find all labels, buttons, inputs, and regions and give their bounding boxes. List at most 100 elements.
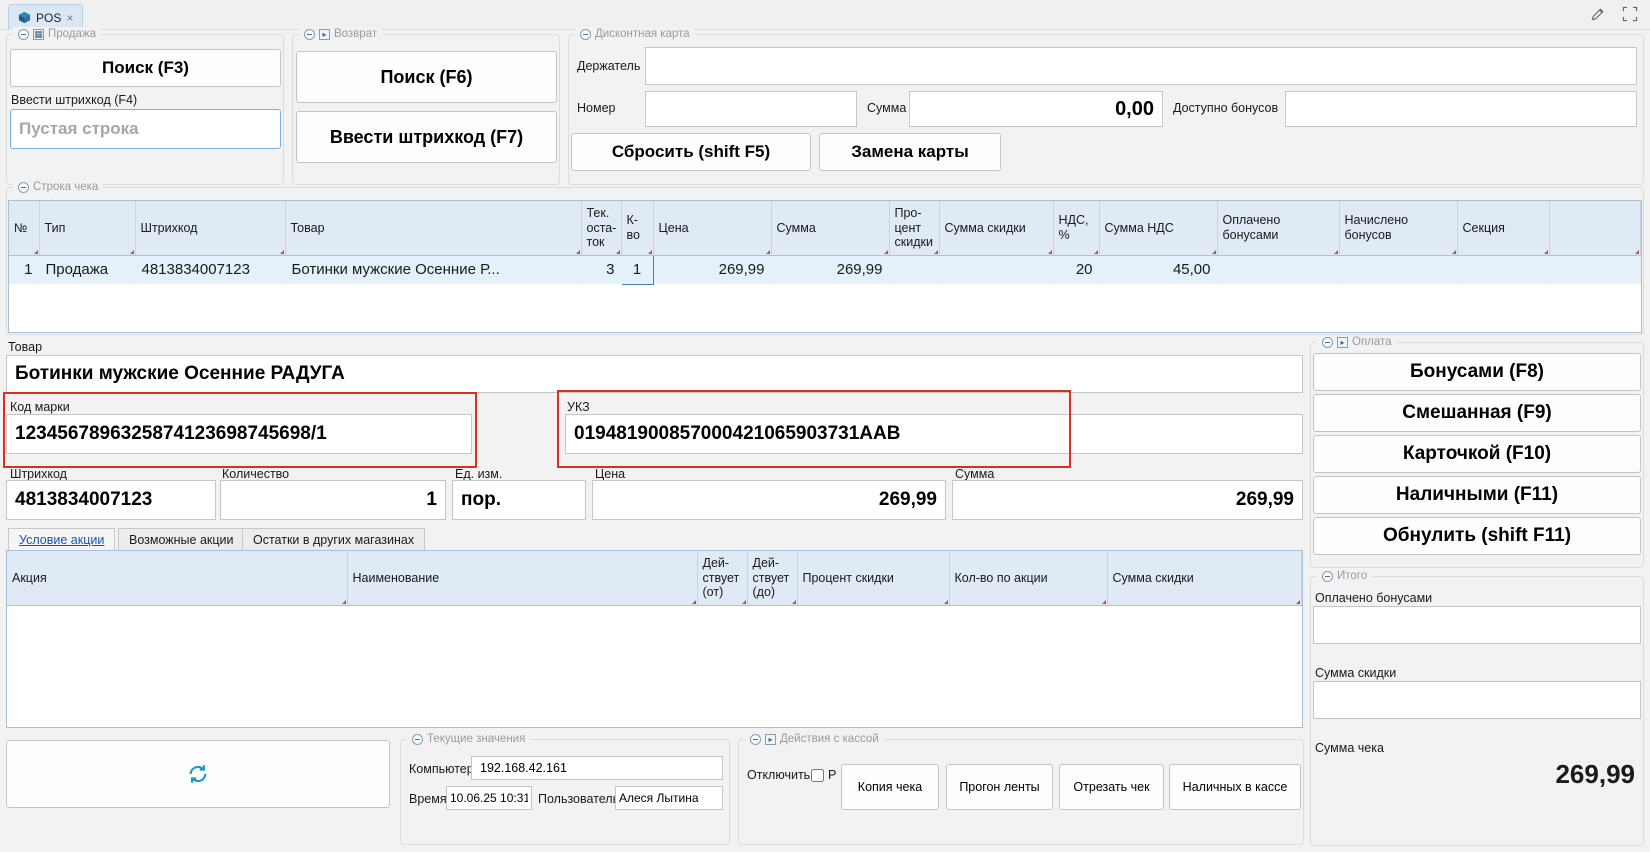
edit-icon[interactable] (1590, 6, 1606, 22)
card-number-input[interactable] (645, 91, 857, 127)
receipt-row[interactable]: 1 Продажа 4813834007123 Ботинки мужские … (9, 255, 1641, 284)
col-header-filler (1549, 201, 1641, 255)
return-barcode-button[interactable]: Ввести штрихкод (F7) (296, 111, 557, 163)
col-header-discount-percent[interactable]: Про- цент скидки (889, 201, 939, 255)
price-field[interactable] (592, 480, 946, 520)
card-reset-button[interactable]: Сбросить (shift F5) (571, 133, 811, 171)
card-sum-input[interactable] (909, 91, 1163, 127)
cell-section[interactable] (1457, 255, 1549, 284)
col-header-valid-from[interactable]: Дей- ствует (от) (697, 551, 747, 605)
pos-window: POS × Продажа Поиск (F3) Ввести штрихкод… (0, 0, 1650, 852)
col-header-accrued-bonuses[interactable]: Начислено бонусов (1339, 201, 1457, 255)
discount-sum-field[interactable] (1313, 681, 1641, 719)
tab-possible-promos[interactable]: Возможные акции (118, 528, 245, 550)
user-field[interactable] (615, 786, 723, 810)
tab-other-stores-stock[interactable]: Остатки в других магазинах (242, 528, 425, 550)
cell-num[interactable]: 1 (9, 255, 39, 284)
cell-discount-sum[interactable] (939, 255, 1053, 284)
paid-bonuses-field[interactable] (1313, 606, 1641, 644)
col-header-product[interactable]: Товар (285, 201, 581, 255)
col-header-price[interactable]: Цена (653, 201, 771, 255)
collapse-icon[interactable] (750, 734, 761, 745)
return-panel: Возврат Поиск (F6) Ввести штрихкод (F7) (292, 34, 560, 185)
refresh-icon (187, 763, 209, 785)
disable-checkbox[interactable] (811, 769, 824, 782)
collapse-icon[interactable] (304, 29, 315, 40)
col-header-promo-discount-sum[interactable]: Сумма скидки (1107, 551, 1302, 605)
ukz-field[interactable] (565, 414, 1303, 454)
collapse-icon[interactable] (18, 182, 29, 193)
totals-panel: Итого Оплачено бонусами Сумма скидки Сум… (1310, 576, 1644, 846)
collapse-icon[interactable] (1322, 337, 1333, 348)
collapse-icon[interactable] (1322, 571, 1333, 582)
return-title: Возврат (334, 27, 377, 41)
col-header-promo-discount-percent[interactable]: Процент скидки (797, 551, 949, 605)
pay-bonuses-button[interactable]: Бонусами (F8) (1313, 353, 1641, 391)
time-field[interactable] (446, 786, 532, 810)
col-header-promo-name[interactable]: Наименование (347, 551, 697, 605)
col-header-type[interactable]: Тип (39, 201, 135, 255)
computer-field[interactable] (471, 756, 723, 780)
return-search-button[interactable]: Поиск (F6) (296, 51, 557, 103)
cell-qty[interactable]: 1 (621, 255, 653, 284)
col-header-vat-sum[interactable]: Сумма НДС (1099, 201, 1217, 255)
window-actions (1590, 6, 1638, 22)
product-sum-label: Сумма (955, 467, 994, 481)
col-header-qty[interactable]: К-во (621, 201, 653, 255)
product-sum-field[interactable] (952, 480, 1303, 520)
tab-bar: POS × (0, 0, 1650, 30)
col-header-section[interactable]: Секция (1457, 201, 1549, 255)
col-header-promo-qty[interactable]: Кол-во по акции (949, 551, 1107, 605)
receipt-copy-button[interactable]: Копия чека (841, 764, 939, 810)
cell-type[interactable]: Продажа (39, 255, 135, 284)
cell-vat-sum[interactable]: 45,00 (1099, 255, 1217, 284)
quantity-field[interactable] (220, 480, 446, 520)
pay-card-button[interactable]: Карточкой (F10) (1313, 435, 1641, 473)
col-header-valid-to[interactable]: Дей- ствует (до) (747, 551, 797, 605)
cell-product[interactable]: Ботинки мужские Осенние Р... (285, 255, 581, 284)
receipt-grid: № Тип Штрихкод Товар Тек. оста- ток К-во… (8, 200, 1642, 333)
payment-title: Оплата (1352, 335, 1392, 349)
cell-sum[interactable]: 269,99 (771, 255, 889, 284)
collapse-icon[interactable] (580, 29, 591, 40)
sale-barcode-input[interactable] (10, 109, 281, 149)
cell-stock[interactable]: 3 (581, 255, 621, 284)
pay-cash-button[interactable]: Наличными (F11) (1313, 476, 1641, 514)
cell-price[interactable]: 269,99 (653, 255, 771, 284)
paid-bonuses-label: Оплачено бонусами (1315, 591, 1432, 605)
sale-search-button[interactable]: Поиск (F3) (10, 49, 281, 87)
product-name-field[interactable] (6, 355, 1303, 393)
cell-vat-percent[interactable]: 20 (1053, 255, 1099, 284)
col-header-num[interactable]: № (9, 201, 39, 255)
col-header-sum[interactable]: Сумма (771, 201, 889, 255)
collapse-icon[interactable] (18, 29, 29, 40)
cell-discount-percent[interactable] (889, 255, 939, 284)
cut-receipt-button[interactable]: Отрезать чек (1059, 764, 1164, 810)
holder-input[interactable] (645, 47, 1637, 85)
tab-close-icon[interactable]: × (66, 12, 73, 24)
col-header-vat-percent[interactable]: НДС, % (1053, 201, 1099, 255)
cell-accrued-bonuses[interactable] (1339, 255, 1457, 284)
promo-grid-empty-area (7, 605, 1302, 725)
receipt-line-title: Строка чека (33, 180, 98, 194)
pay-reset-button[interactable]: Обнулить (shift F11) (1313, 517, 1641, 555)
cell-paid-bonuses[interactable] (1217, 255, 1339, 284)
card-replace-button[interactable]: Замена карты (819, 133, 1001, 171)
col-header-barcode[interactable]: Штрихкод (135, 201, 285, 255)
cell-barcode[interactable]: 4813834007123 (135, 255, 285, 284)
unit-field[interactable] (452, 480, 586, 520)
cash-in-drawer-button[interactable]: Наличных в кассе (1169, 764, 1301, 810)
collapse-icon[interactable] (412, 734, 423, 745)
col-header-promo[interactable]: Акция (7, 551, 347, 605)
available-bonuses-input[interactable] (1285, 91, 1637, 127)
product-barcode-field[interactable] (6, 480, 216, 520)
maximize-icon[interactable] (1622, 6, 1638, 22)
col-header-paid-bonuses[interactable]: Оплачено бонусами (1217, 201, 1339, 255)
paper-feed-button[interactable]: Прогон ленты (946, 764, 1053, 810)
col-header-discount-sum[interactable]: Сумма скидки (939, 201, 1053, 255)
col-header-stock[interactable]: Тек. оста- ток (581, 201, 621, 255)
mark-code-field[interactable] (6, 414, 472, 454)
pay-mixed-button[interactable]: Смешанная (F9) (1313, 394, 1641, 432)
refresh-button[interactable] (6, 740, 390, 808)
tab-promo-conditions[interactable]: Условие акции (8, 528, 115, 550)
